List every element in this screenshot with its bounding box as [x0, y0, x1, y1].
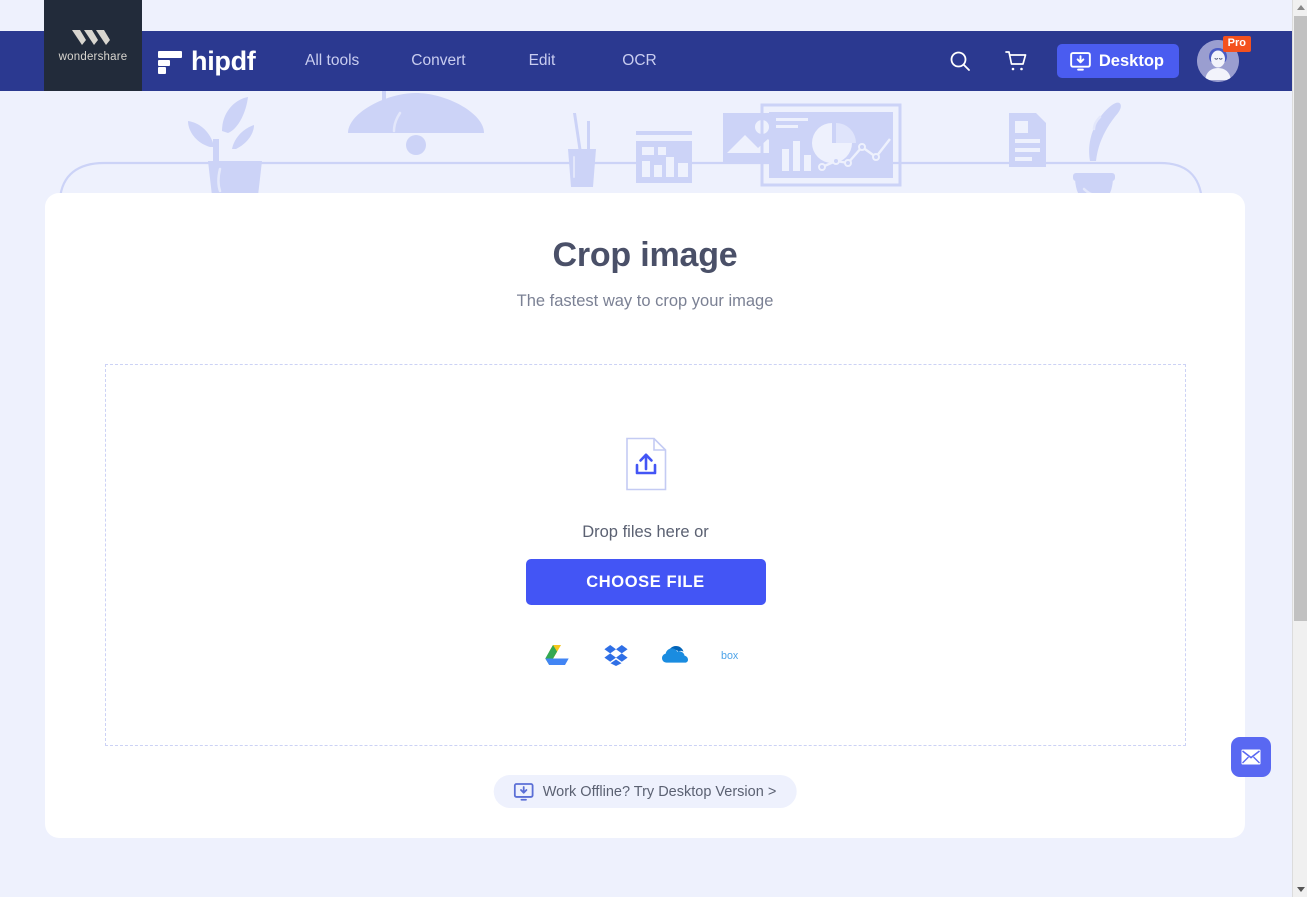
desktop-download-icon	[513, 782, 534, 801]
banner-illustration	[0, 91, 1292, 201]
work-offline-link[interactable]: Work Offline? Try Desktop Version >	[493, 775, 797, 808]
cloud-services: box	[544, 642, 747, 668]
nav-item-all-tools[interactable]: All tools	[305, 52, 359, 70]
header-actions: Desktop Pro	[947, 31, 1251, 91]
cart-icon[interactable]	[1003, 48, 1029, 74]
google-drive-icon[interactable]	[544, 642, 570, 668]
envelope-icon	[1241, 749, 1261, 765]
hipdf-brand[interactable]: hipdf	[158, 46, 256, 77]
desktop-button-label: Desktop	[1098, 51, 1164, 70]
onedrive-icon[interactable]	[662, 642, 688, 668]
main-card: Crop image The fastest way to crop your …	[45, 193, 1245, 838]
scroll-down-arrow-icon[interactable]	[1293, 882, 1307, 897]
page-title: Crop image	[552, 236, 738, 274]
brand-name: hipdf	[191, 46, 256, 76]
banner-artwork-icon	[58, 91, 1204, 201]
scrollbar-thumb[interactable]	[1294, 16, 1307, 621]
search-icon[interactable]	[947, 48, 973, 74]
desktop-download-button[interactable]: Desktop	[1056, 44, 1179, 78]
wondershare-w-icon	[72, 30, 110, 45]
nav-item-edit[interactable]: Edit	[529, 52, 556, 70]
work-offline-label: Work Offline? Try Desktop Version >	[542, 783, 777, 800]
drop-files-text: Drop files here or	[582, 523, 709, 541]
file-upload-icon	[625, 437, 666, 491]
avatar[interactable]: Pro	[1197, 36, 1251, 82]
nav-item-convert[interactable]: Convert	[411, 52, 465, 70]
pro-badge: Pro	[1222, 36, 1251, 52]
vertical-scrollbar[interactable]	[1292, 0, 1307, 897]
wondershare-label: wondershare	[58, 51, 128, 63]
nav-item-ocr[interactable]: OCR	[622, 52, 656, 70]
wondershare-logo-block[interactable]: wondershare	[44, 0, 142, 91]
page-root: wondershare hipdf All tools Convert Edit…	[0, 0, 1307, 897]
choose-file-button[interactable]: CHOOSE FILE	[525, 559, 766, 605]
desktop-download-icon	[1070, 51, 1091, 71]
nav-links: All tools Convert Edit OCR	[305, 31, 657, 91]
contact-email-button[interactable]	[1231, 737, 1271, 777]
svg-text:box: box	[721, 650, 739, 662]
box-icon[interactable]: box	[721, 642, 747, 668]
page-subtitle: The fastest way to crop your image	[516, 292, 774, 310]
scroll-up-arrow-icon[interactable]	[1293, 0, 1307, 15]
file-dropzone[interactable]: Drop files here or CHOOSE FILE box	[105, 364, 1186, 746]
hipdf-mark-icon	[158, 50, 182, 74]
dropbox-icon[interactable]	[603, 642, 629, 668]
